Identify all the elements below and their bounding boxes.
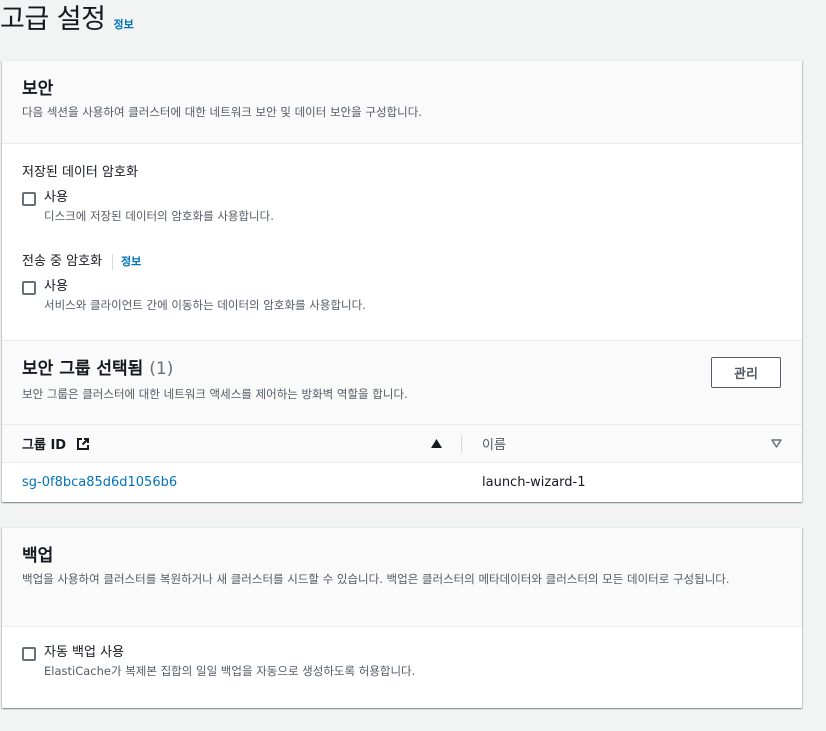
group-id-link[interactable]: sg-0f8bca85d6d1056b6 <box>22 475 177 490</box>
group-id-cell: sg-0f8bca85d6d1056b6 <box>2 463 462 503</box>
security-groups-section: 보안 그룹 선택됨 (1) 보안 그룹은 클러스터에 대한 네트워크 액세스를 … <box>2 340 802 503</box>
encryption-in-transit-label: 전송 중 암호화 <box>22 254 103 269</box>
page-title: 고급 설정 <box>0 4 106 35</box>
encryption-in-transit-option[interactable]: 사용 서비스와 클라이언트 간에 이동하는 데이터의 암호화를 사용합니다. <box>22 278 366 314</box>
backup-panel: 백업 백업을 사용하여 클러스터를 복원하거나 새 클러스터를 시드할 수 있습… <box>2 527 802 708</box>
column-header-group-id-label: 그룹 ID <box>22 438 67 453</box>
encryption-in-transit-checkbox-desc: 서비스와 클라이언트 간에 이동하는 데이터의 암호화를 사용합니다. <box>44 298 366 312</box>
encryption-in-transit-info-link[interactable]: 정보 <box>121 252 141 272</box>
auto-backup-option[interactable]: 자동 백업 사용 ElastiCache가 복제본 집합의 일일 백업을 자동으… <box>22 644 415 680</box>
auto-backup-checkbox-desc: ElastiCache가 복제본 집합의 일일 백업을 자동으로 생성하도록 허… <box>44 664 416 678</box>
security-groups-table: 그룹 ID 이름 sg-0f8bca85d6d1056b6 launch-wiz… <box>2 424 802 503</box>
page-info-link[interactable]: 정보 <box>113 16 133 32</box>
sort-ascending-icon[interactable] <box>431 439 442 448</box>
encryption-in-transit-checkbox[interactable] <box>22 281 36 295</box>
group-name-cell: launch-wizard-1 <box>482 475 586 491</box>
encryption-in-transit-field: 전송 중 암호화 정보 사용 서비스와 클라이언트 간에 이동하는 데이터의 암… <box>22 252 366 314</box>
encryption-at-rest-field: 저장된 데이터 암호화 사용 디스크에 저장된 데이터의 암호화를 사용합니다. <box>22 163 274 225</box>
backup-header: 백업 백업을 사용하여 클러스터를 복원하거나 새 클러스터를 시드할 수 있습… <box>2 528 802 627</box>
security-groups-title-row: 보안 그룹 선택됨 (1) <box>22 357 782 381</box>
encryption-at-rest-label: 저장된 데이터 암호화 <box>22 165 138 180</box>
label-divider <box>112 254 114 270</box>
security-groups-header: 보안 그룹 선택됨 (1) 보안 그룹은 클러스터에 대한 네트워크 액세스를 … <box>2 340 802 424</box>
column-header-name[interactable]: 이름 <box>462 425 802 463</box>
encryption-at-rest-checkbox[interactable] <box>22 192 36 206</box>
security-groups-count: (1) <box>149 359 174 379</box>
column-header-group-id[interactable]: 그룹 ID <box>2 425 462 463</box>
encryption-in-transit-label-row: 전송 중 암호화 정보 <box>22 252 366 272</box>
manage-button[interactable]: 관리 <box>711 357 781 388</box>
backup-description: 백업을 사용하여 클러스터를 복원하거나 새 클러스터를 시드할 수 있습니다.… <box>22 572 730 586</box>
auto-backup-field: 자동 백업 사용 ElastiCache가 복제본 집합의 일일 백업을 자동으… <box>22 644 415 680</box>
security-panel: 보안 다음 섹션을 사용하여 클러스터에 대한 네트워크 보안 및 데이터 보안… <box>2 60 802 502</box>
security-title: 보안 <box>22 79 54 99</box>
security-header: 보안 다음 섹션을 사용하여 클러스터에 대한 네트워크 보안 및 데이터 보안… <box>2 61 802 144</box>
security-description: 다음 섹션을 사용하여 클러스터에 대한 네트워크 보안 및 데이터 보안을 구… <box>22 105 422 119</box>
encryption-in-transit-checkbox-label: 사용 <box>44 279 68 294</box>
auto-backup-checkbox[interactable] <box>22 647 36 661</box>
external-link-icon <box>76 437 90 451</box>
table-header-row: 그룹 ID 이름 <box>2 424 802 463</box>
sort-descending-icon[interactable] <box>771 439 782 448</box>
column-header-name-label: 이름 <box>482 438 506 453</box>
page-header: 고급 설정 정보 <box>0 0 134 40</box>
encryption-at-rest-checkbox-desc: 디스크에 저장된 데이터의 암호화를 사용합니다. <box>44 209 274 223</box>
backup-title: 백업 <box>22 546 54 566</box>
security-groups-title: 보안 그룹 선택됨 <box>22 359 144 379</box>
auto-backup-checkbox-label: 자동 백업 사용 <box>44 645 125 660</box>
table-row: sg-0f8bca85d6d1056b6 launch-wizard-1 <box>2 463 802 503</box>
encryption-at-rest-option[interactable]: 사용 디스크에 저장된 데이터의 암호화를 사용합니다. <box>22 189 274 225</box>
encryption-at-rest-checkbox-label: 사용 <box>44 190 68 205</box>
security-groups-description: 보안 그룹은 클러스터에 대한 네트워크 액세스를 제어하는 방화벽 역할을 합… <box>22 387 408 401</box>
